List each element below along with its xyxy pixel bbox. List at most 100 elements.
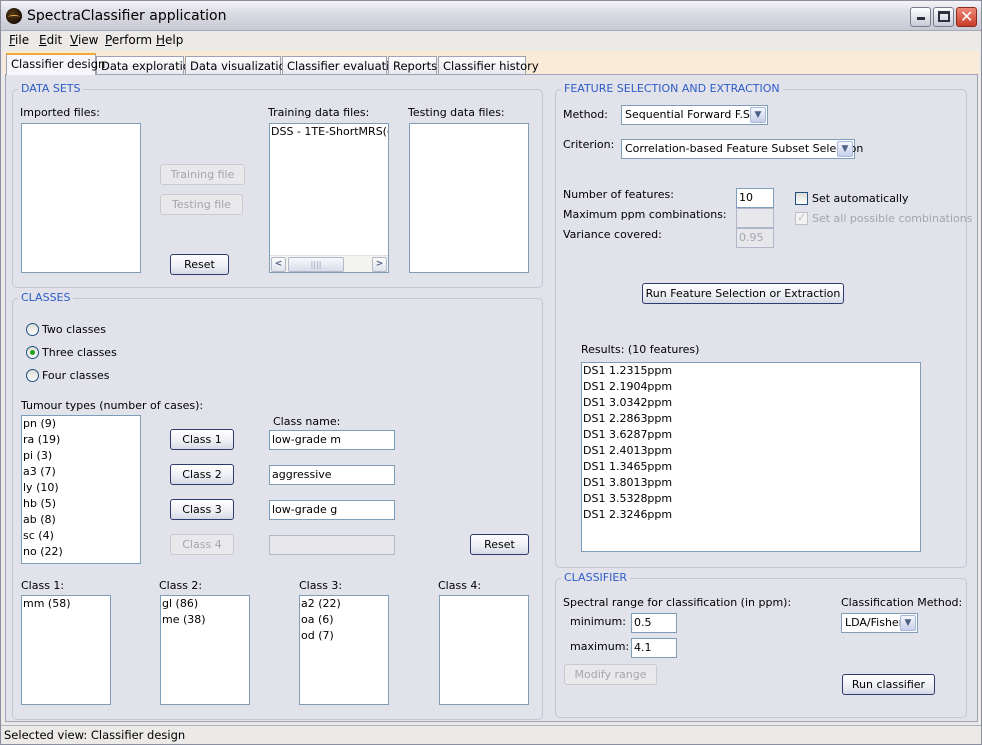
radio-four-classes[interactable] bbox=[26, 369, 39, 382]
training-files-list[interactable]: DSS - 1TE-ShortMRS(cor < |||| > bbox=[269, 123, 389, 273]
method-label: Method: bbox=[563, 108, 608, 121]
tumour-types-list[interactable]: pn (9) ra (19) pi (3) a3 (7) ly (10) hb … bbox=[21, 415, 141, 564]
radio-two-classes-label[interactable]: Two classes bbox=[42, 323, 106, 336]
menu-help[interactable]: Help bbox=[156, 33, 183, 47]
set-all-combinations-checkbox[interactable] bbox=[795, 211, 808, 225]
class-2-list-label: Class 2: bbox=[159, 579, 203, 592]
list-item[interactable]: DS1 3.6287ppm bbox=[582, 427, 920, 443]
list-item[interactable]: DS1 3.8013ppm bbox=[582, 475, 920, 491]
class-2-button[interactable]: Class 2 bbox=[170, 464, 234, 485]
list-item[interactable]: pi (3) bbox=[22, 448, 140, 464]
results-list[interactable]: DS1 1.2315ppm DS1 2.1904ppm DS1 3.0342pp… bbox=[581, 362, 921, 552]
modify-range-button[interactable]: Modify range bbox=[564, 664, 657, 685]
list-item[interactable]: mm (58) bbox=[22, 596, 110, 612]
class-4-list-label: Class 4: bbox=[438, 579, 482, 592]
variance-input[interactable]: 0.95 bbox=[736, 228, 774, 248]
method-select[interactable]: Sequential Forward F.S. ▼ bbox=[621, 105, 768, 125]
class-3-button[interactable]: Class 3 bbox=[170, 499, 234, 520]
list-item[interactable]: sc (4) bbox=[22, 528, 140, 544]
list-item[interactable]: a3 (7) bbox=[22, 464, 140, 480]
chevron-down-icon[interactable]: ▼ bbox=[750, 107, 766, 123]
minimize-button[interactable] bbox=[910, 7, 931, 27]
menu-perform[interactable]: Perform bbox=[105, 33, 152, 47]
list-item[interactable]: DS1 2.4013ppm bbox=[582, 443, 920, 459]
radio-four-classes-label[interactable]: Four classes bbox=[42, 369, 109, 382]
num-features-input[interactable]: 10 bbox=[736, 188, 774, 208]
class-4-list[interactable] bbox=[439, 595, 529, 705]
list-item[interactable]: gl (86) bbox=[161, 596, 249, 612]
class-2-name-input[interactable]: aggressive bbox=[269, 465, 395, 485]
max-ppm-input[interactable] bbox=[736, 208, 774, 228]
menu-view[interactable]: View bbox=[70, 33, 98, 47]
class-4-button[interactable]: Class 4 bbox=[170, 534, 234, 555]
list-item[interactable]: hb (5) bbox=[22, 496, 140, 512]
radio-three-classes-label[interactable]: Three classes bbox=[42, 346, 117, 359]
tab-classifier-design[interactable]: Classifier design bbox=[6, 53, 105, 75]
set-automatically-label[interactable]: Set automatically bbox=[812, 192, 909, 205]
imported-files-list[interactable] bbox=[21, 123, 141, 273]
tab-classifier-evaluation[interactable]: Classifier evaluation bbox=[282, 56, 404, 75]
radio-two-classes[interactable] bbox=[26, 323, 39, 336]
class-2-list[interactable]: gl (86) me (38) bbox=[160, 595, 250, 705]
list-item[interactable]: od (7) bbox=[300, 628, 388, 644]
list-item[interactable]: DS1 2.1904ppm bbox=[582, 379, 920, 395]
list-item[interactable]: no (22) bbox=[22, 544, 140, 560]
menu-edit[interactable]: Edit bbox=[39, 33, 62, 47]
close-button[interactable]: ✕ bbox=[956, 7, 977, 27]
testing-file-button[interactable]: Testing file bbox=[160, 194, 243, 215]
run-feature-selection-button[interactable]: Run Feature Selection or Extraction bbox=[642, 283, 844, 304]
menu-edit-mnemonic: E bbox=[39, 33, 47, 47]
chevron-down-icon[interactable]: ▼ bbox=[837, 141, 853, 157]
tab-classifier-history[interactable]: Classifier history bbox=[438, 56, 539, 75]
tab-reports[interactable]: Reports bbox=[388, 56, 437, 75]
list-item[interactable]: DS1 3.0342ppm bbox=[582, 395, 920, 411]
classes-group: CLASSES Two classes Three classes Four c… bbox=[12, 291, 543, 720]
variance-label: Variance covered: bbox=[563, 228, 662, 241]
list-item[interactable]: a2 (22) bbox=[300, 596, 388, 612]
data-sets-reset-button[interactable]: Reset bbox=[170, 254, 229, 275]
testing-files-list[interactable] bbox=[409, 123, 529, 273]
radio-three-classes[interactable] bbox=[26, 346, 39, 359]
class-3-list[interactable]: a2 (22) oa (6) od (7) bbox=[299, 595, 389, 705]
feature-selection-title: FEATURE SELECTION AND EXTRACTION bbox=[561, 82, 783, 95]
list-item[interactable]: pn (9) bbox=[22, 416, 140, 432]
list-item[interactable]: DS1 1.3465ppm bbox=[582, 459, 920, 475]
classification-method-select[interactable]: LDA/Fisher ▼ bbox=[841, 613, 918, 633]
menu-file[interactable]: File bbox=[9, 33, 29, 47]
class-1-list[interactable]: mm (58) bbox=[21, 595, 111, 705]
list-item[interactable]: DS1 1.2315ppm bbox=[582, 363, 920, 379]
training-file-button[interactable]: Training file bbox=[160, 164, 245, 185]
list-item[interactable]: me (38) bbox=[161, 612, 249, 628]
list-item[interactable]: ab (8) bbox=[22, 512, 140, 528]
list-item[interactable]: DS1 3.5328ppm bbox=[582, 491, 920, 507]
class-1-name-input[interactable]: low-grade m bbox=[269, 430, 395, 450]
list-item[interactable]: ra (19) bbox=[22, 432, 140, 448]
set-automatically-checkbox[interactable] bbox=[795, 192, 808, 205]
list-item[interactable]: DS1 2.3246ppm bbox=[582, 507, 920, 523]
scroll-left-icon[interactable]: < bbox=[271, 257, 286, 272]
scrollbar-thumb[interactable]: |||| bbox=[288, 257, 344, 272]
maximum-input[interactable]: 4.1 bbox=[631, 638, 677, 658]
list-item[interactable]: DS1 2.2863ppm bbox=[582, 411, 920, 427]
list-item[interactable]: ly (10) bbox=[22, 480, 140, 496]
scroll-right-icon[interactable]: > bbox=[372, 257, 387, 272]
class-1-button[interactable]: Class 1 bbox=[170, 429, 234, 450]
class-4-name-input[interactable] bbox=[269, 535, 395, 555]
classes-reset-button[interactable]: Reset bbox=[470, 534, 529, 555]
chevron-down-icon[interactable]: ▼ bbox=[900, 615, 916, 631]
tab-data-visualization[interactable]: Data visualization bbox=[185, 56, 293, 75]
tumour-types-label: Tumour types (number of cases): bbox=[21, 399, 204, 412]
horizontal-scrollbar[interactable]: < |||| > bbox=[270, 255, 388, 272]
maximize-button[interactable] bbox=[933, 7, 954, 27]
list-item[interactable]: oa (6) bbox=[300, 612, 388, 628]
tab-data-exploration[interactable]: Data exploration bbox=[96, 56, 197, 75]
class-3-list-label: Class 3: bbox=[299, 579, 343, 592]
set-all-combinations-label[interactable]: Set all possible combinations bbox=[812, 212, 973, 225]
run-classifier-button[interactable]: Run classifier bbox=[842, 674, 935, 695]
tab-strip: Classifier design Data exploration Data … bbox=[3, 51, 979, 75]
criterion-select[interactable]: Correlation-based Feature Subset Selecti… bbox=[621, 139, 863, 159]
minimum-input[interactable]: 0.5 bbox=[631, 613, 677, 633]
class-3-name-input[interactable]: low-grade g bbox=[269, 500, 395, 520]
classification-method-value: LDA/Fisher bbox=[845, 616, 904, 629]
list-item[interactable]: DSS - 1TE-ShortMRS(cor bbox=[270, 124, 388, 140]
